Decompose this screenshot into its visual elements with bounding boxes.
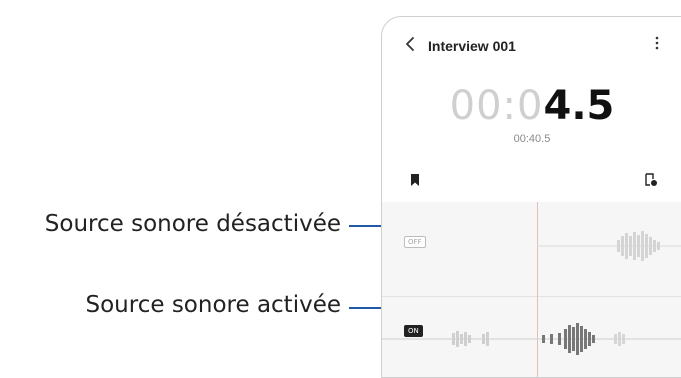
waveform-track-off: [537, 231, 681, 261]
waveform-track-on: [382, 323, 681, 355]
lane-divider: [382, 296, 681, 297]
elapsed-time-dim: 00:0: [449, 83, 544, 129]
chevron-left-icon: [406, 37, 414, 51]
total-time: 00:40.5: [513, 133, 551, 145]
elapsed-time-strong: 4.5: [543, 83, 615, 129]
callout-sound-on-label: Source sonore activée: [85, 292, 341, 318]
app-bar: Interview 001: [382, 35, 681, 59]
add-bookmark-icon[interactable]: [644, 173, 658, 192]
waveform-area[interactable]: OFF ON: [382, 202, 681, 377]
elapsed-time: 00:04.5: [382, 83, 681, 129]
bookmark-icon[interactable]: [410, 173, 420, 191]
more-vertical-icon: [655, 36, 659, 50]
more-options-button[interactable]: [654, 35, 660, 56]
page-title: Interview 001: [428, 38, 516, 54]
callout-sound-off-label: Source sonore désactivée: [44, 211, 341, 237]
phone-screen: Interview 001 00:04.5 00:40.5 OFF ON: [381, 16, 681, 378]
back-button[interactable]: [404, 35, 416, 58]
